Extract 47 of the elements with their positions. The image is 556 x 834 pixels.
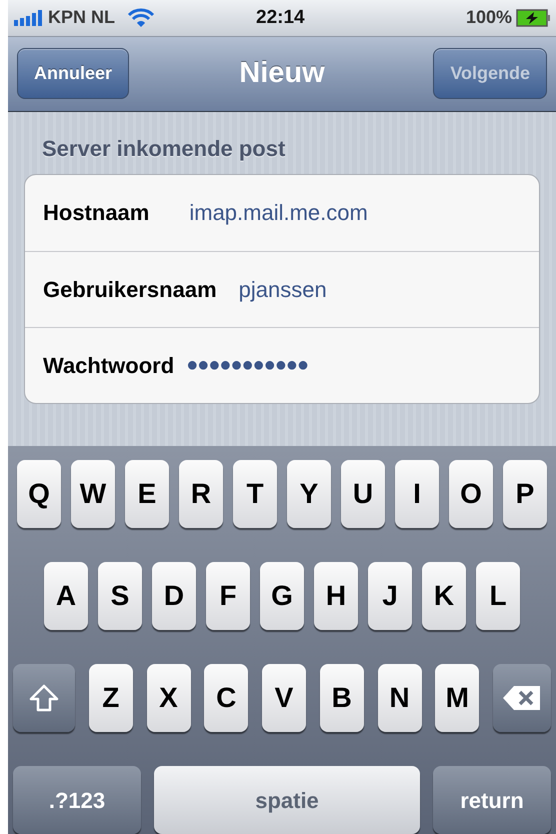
password-field[interactable]: ●●●●●●●●●●● bbox=[186, 350, 308, 380]
backspace-icon bbox=[502, 685, 542, 711]
key[interactable]: K bbox=[422, 562, 466, 630]
key[interactable]: C bbox=[204, 664, 248, 732]
key[interactable]: Y bbox=[287, 460, 331, 528]
key[interactable]: J bbox=[368, 562, 412, 630]
key[interactable]: T bbox=[233, 460, 277, 528]
key[interactable]: V bbox=[262, 664, 306, 732]
key[interactable]: P bbox=[503, 460, 547, 528]
input-field[interactable]: pjanssen bbox=[238, 272, 327, 306]
field-label: Hostnaam bbox=[43, 199, 150, 228]
key[interactable]: O bbox=[449, 460, 493, 528]
wifi-icon bbox=[127, 6, 155, 29]
key[interactable]: Q bbox=[17, 460, 61, 528]
key[interactable]: M bbox=[435, 664, 480, 732]
delete-key[interactable] bbox=[493, 664, 551, 732]
input-field[interactable]: imap.mail.me.com bbox=[189, 196, 368, 230]
shift-arrow-icon bbox=[29, 684, 59, 712]
field-label: Gebruikersnaam bbox=[43, 276, 217, 304]
key[interactable]: B bbox=[320, 664, 364, 732]
section-header: Server inkomende post bbox=[42, 134, 286, 163]
key[interactable]: D bbox=[152, 562, 196, 630]
carrier-name: KPN NL bbox=[48, 6, 115, 30]
battery-percentage: 100% bbox=[466, 6, 512, 30]
key[interactable]: F bbox=[206, 562, 250, 630]
key[interactable]: I bbox=[395, 460, 439, 528]
numbers-key[interactable]: .?123 bbox=[13, 766, 141, 834]
space-key[interactable]: spatie bbox=[154, 766, 420, 834]
cancel-button[interactable]: Annuleer bbox=[17, 48, 130, 100]
key[interactable]: S bbox=[98, 562, 142, 630]
charging-battery-icon bbox=[516, 8, 550, 27]
key[interactable]: N bbox=[378, 664, 422, 732]
key[interactable]: E bbox=[125, 460, 169, 528]
key[interactable]: X bbox=[146, 664, 190, 732]
clock-time: 22:14 bbox=[256, 6, 305, 30]
screen-title: Nieuw bbox=[239, 56, 325, 91]
key[interactable]: A bbox=[44, 562, 88, 630]
shift-key[interactable] bbox=[13, 664, 75, 732]
key[interactable]: R bbox=[179, 460, 223, 528]
key[interactable]: G bbox=[260, 562, 304, 630]
key[interactable]: U bbox=[341, 460, 385, 528]
key[interactable]: Z bbox=[88, 664, 133, 732]
key[interactable]: W bbox=[71, 460, 115, 528]
return-key[interactable]: return bbox=[433, 766, 551, 834]
key[interactable]: H bbox=[314, 562, 358, 630]
key[interactable]: L bbox=[476, 562, 520, 630]
field-label: Wachtwoord bbox=[43, 352, 174, 380]
